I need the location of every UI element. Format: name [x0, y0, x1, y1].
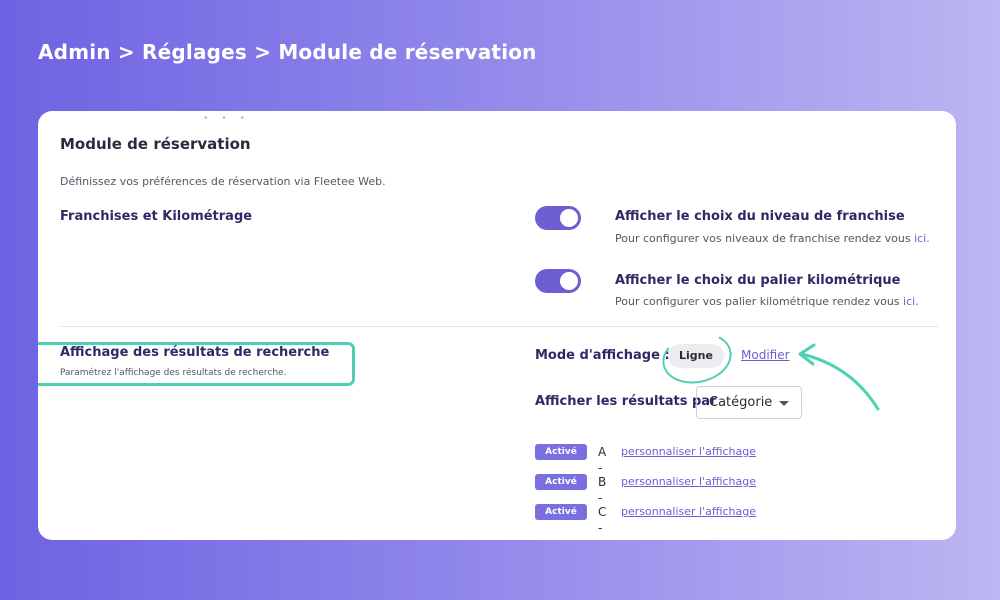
status-badge: Activé [535, 504, 587, 520]
customize-display-link[interactable]: personnaliser l'affichage [621, 504, 756, 520]
franchise-level-title: Afficher le choix du niveau de franchise [615, 209, 905, 224]
chevron-down-icon [779, 401, 789, 406]
display-mode-pill: Ligne [668, 344, 724, 368]
mileage-tier-title: Afficher le choix du palier kilométrique [615, 273, 901, 288]
mileage-tier-subtitle: Pour configurer vos palier kilométrique … [615, 295, 919, 308]
group-by-value: Catégorie [709, 395, 773, 410]
annotation-arrow-icon [798, 343, 880, 411]
settings-card: • • • Module de réservation Définissez v… [38, 111, 956, 540]
toggle-knob [560, 209, 578, 227]
customize-display-link[interactable]: personnaliser l'affichage [621, 444, 756, 460]
search-results-title: Affichage des résultats de recherche [60, 345, 330, 360]
franchise-level-toggle[interactable] [535, 206, 581, 230]
category-letter: C - [598, 505, 607, 535]
franchise-level-subtitle-text: Pour configurer vos niveaux de franchise… [615, 232, 911, 245]
scroll-dots: • • • [204, 113, 251, 124]
section-divider [60, 326, 938, 327]
franchise-level-subtitle: Pour configurer vos niveaux de franchise… [615, 232, 930, 245]
mileage-tier-toggle[interactable] [535, 269, 581, 293]
display-mode-label: Mode d'affichage : [535, 348, 670, 363]
category-letter: A - [598, 445, 607, 475]
category-letter: B - [598, 475, 607, 505]
breadcrumb: Admin > Réglages > Module de réservation [38, 40, 537, 64]
mileage-tier-link[interactable]: ici. [903, 295, 919, 308]
group-by-select[interactable]: Catégorie [696, 386, 802, 419]
toggle-knob [560, 272, 578, 290]
mileage-tier-subtitle-text: Pour configurer vos palier kilométrique … [615, 295, 900, 308]
search-results-subtitle: Paramétrez l'affichage des résultats de … [60, 368, 287, 378]
franchise-level-link[interactable]: ici. [914, 232, 930, 245]
page-title: Module de réservation [60, 135, 251, 153]
status-badge: Activé [535, 444, 587, 460]
page-description: Définissez vos préférences de réservatio… [60, 175, 386, 188]
customize-display-link[interactable]: personnaliser l'affichage [621, 474, 756, 490]
franchise-section-label: Franchises et Kilométrage [60, 209, 253, 224]
status-badge: Activé [535, 474, 587, 490]
group-by-label: Afficher les résultats par [535, 394, 717, 409]
modify-display-mode-link[interactable]: Modifier [741, 348, 790, 362]
